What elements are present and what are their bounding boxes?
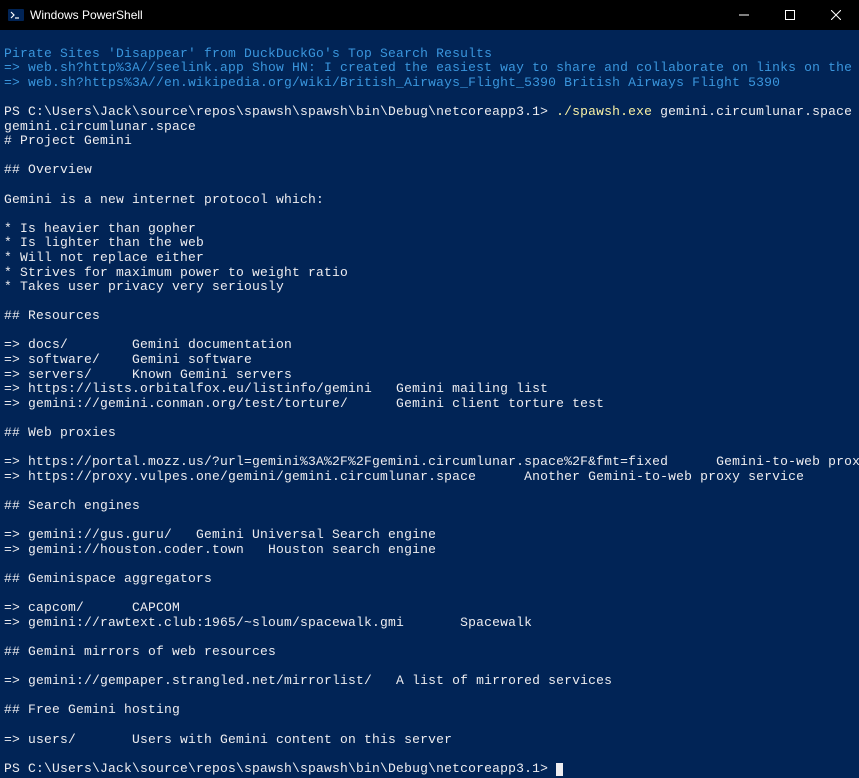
output-line: * Is heavier than gopher bbox=[4, 221, 196, 236]
output-line: => gemini://gus.guru/ Gemini Universal S… bbox=[4, 527, 436, 542]
powershell-icon bbox=[8, 7, 24, 23]
output-line: => https://lists.orbitalfox.eu/listinfo/… bbox=[4, 381, 548, 396]
maximize-button[interactable] bbox=[767, 0, 813, 30]
output-line: gemini.circumlunar.space bbox=[4, 119, 196, 134]
output-line: # Project Gemini bbox=[4, 133, 132, 148]
prompt-path: PS C:\Users\Jack\source\repos\spawsh\spa… bbox=[4, 761, 556, 776]
window-title: Windows PowerShell bbox=[30, 8, 721, 22]
output-line: => docs/ Gemini documentation bbox=[4, 337, 292, 352]
output-line: => web.sh?http%3A//seelink.app Show HN: … bbox=[4, 60, 859, 75]
output-line: => gemini://rawtext.club:1965/~sloum/spa… bbox=[4, 615, 532, 630]
output-line: => users/ Users with Gemini content on t… bbox=[4, 732, 452, 747]
output-line: ## Geminispace aggregators bbox=[4, 571, 212, 586]
output-line: ## Overview bbox=[4, 162, 92, 177]
output-line: => https://portal.mozz.us/?url=gemini%3A… bbox=[4, 454, 859, 469]
command-exe: ./spawsh.exe bbox=[556, 104, 652, 119]
prompt-path: PS C:\Users\Jack\source\repos\spawsh\spa… bbox=[4, 104, 556, 119]
titlebar[interactable]: Windows PowerShell bbox=[0, 0, 859, 30]
output-line: * Takes user privacy very seriously bbox=[4, 279, 284, 294]
output-line: * Strives for maximum power to weight ra… bbox=[4, 265, 348, 280]
output-line: => gemini://gempaper.strangled.net/mirro… bbox=[4, 673, 612, 688]
cursor bbox=[556, 763, 563, 776]
command-arg: gemini.circumlunar.space bbox=[652, 104, 852, 119]
output-line: * Is lighter than the web bbox=[4, 235, 204, 250]
output-line: => web.sh?https%3A//en.wikipedia.org/wik… bbox=[4, 75, 780, 90]
output-line: ## Free Gemini hosting bbox=[4, 702, 180, 717]
close-button[interactable] bbox=[813, 0, 859, 30]
output-line: Gemini is a new internet protocol which: bbox=[4, 192, 324, 207]
output-line: ## Resources bbox=[4, 308, 100, 323]
output-line: => software/ Gemini software bbox=[4, 352, 252, 367]
output-line: * Will not replace either bbox=[4, 250, 204, 265]
output-line: ## Search engines bbox=[4, 498, 140, 513]
terminal-output[interactable]: Pirate Sites 'Disappear' from DuckDuckGo… bbox=[0, 30, 859, 778]
minimize-button[interactable] bbox=[721, 0, 767, 30]
output-line: ## Web proxies bbox=[4, 425, 116, 440]
output-line: => gemini://houston.coder.town Houston s… bbox=[4, 542, 436, 557]
output-line: => capcom/ CAPCOM bbox=[4, 600, 180, 615]
output-line: => https://proxy.vulpes.one/gemini/gemin… bbox=[4, 469, 804, 484]
output-line: ## Gemini mirrors of web resources bbox=[4, 644, 276, 659]
output-line: => gemini://gemini.conman.org/test/tortu… bbox=[4, 396, 604, 411]
output-line: Pirate Sites 'Disappear' from DuckDuckGo… bbox=[4, 46, 492, 61]
window-controls bbox=[721, 0, 859, 30]
output-line: => servers/ Known Gemini servers bbox=[4, 367, 292, 382]
